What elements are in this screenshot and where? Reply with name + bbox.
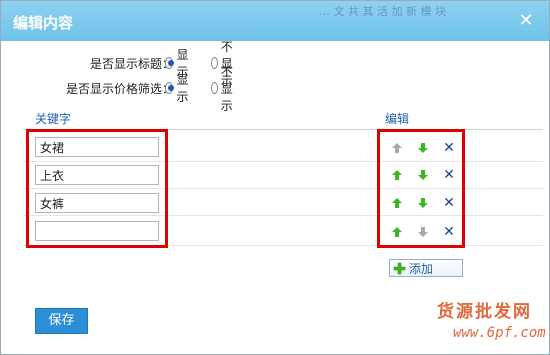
highlight-box-keywords	[26, 129, 168, 248]
delete-icon[interactable]: ✕	[441, 224, 457, 240]
column-header-keyword: 关键字	[35, 112, 72, 126]
radio-unselected-icon[interactable]	[211, 82, 218, 94]
plus-icon	[393, 262, 406, 274]
radio-show-price-yes[interactable]: 显示	[165, 71, 192, 105]
radio-selected-icon[interactable]	[165, 82, 175, 94]
radio-label: 不显示	[220, 64, 233, 113]
delete-icon[interactable]: ✕	[441, 167, 457, 183]
edit-content-dialog: 编辑内容 … 文 共 其 活 加 新 模 块 ✕ 是否显示标题： 显示 不显示 …	[0, 0, 550, 355]
move-down-icon-disabled	[415, 224, 431, 240]
close-icon[interactable]: ✕	[516, 11, 536, 31]
move-down-icon[interactable]	[415, 167, 431, 183]
delete-icon[interactable]: ✕	[441, 195, 457, 211]
column-header-edit: 编辑	[385, 112, 410, 126]
move-up-icon[interactable]	[389, 195, 405, 211]
delete-icon[interactable]: ✕	[441, 140, 457, 156]
move-up-icon[interactable]	[389, 224, 405, 240]
radio-show-price-no[interactable]: 不显示	[211, 63, 238, 114]
add-button-label: 添加	[409, 261, 434, 276]
move-down-icon[interactable]	[415, 195, 431, 211]
option-label: 是否显示价格筛选：	[65, 81, 174, 96]
move-up-icon[interactable]	[389, 167, 405, 183]
radio-selected-icon[interactable]	[165, 57, 175, 69]
dialog-titlebar: 编辑内容 … 文 共 其 活 加 新 模 块 ✕	[1, 1, 549, 41]
move-down-icon[interactable]	[415, 140, 431, 156]
option-label: 是否显示标题：	[89, 56, 174, 71]
move-up-icon-disabled	[389, 140, 405, 156]
dialog-title: 编辑内容	[13, 14, 74, 32]
save-button[interactable]: 保存	[35, 308, 88, 334]
radio-label: 显示	[176, 73, 189, 104]
watermark-url: www.6pf.com	[453, 325, 546, 341]
background-ghost-text: … 文 共 其 活 加 新 模 块	[319, 5, 446, 18]
watermark-logo-text: 货源批发网	[437, 302, 532, 322]
add-keyword-button[interactable]: 添加	[389, 259, 463, 277]
